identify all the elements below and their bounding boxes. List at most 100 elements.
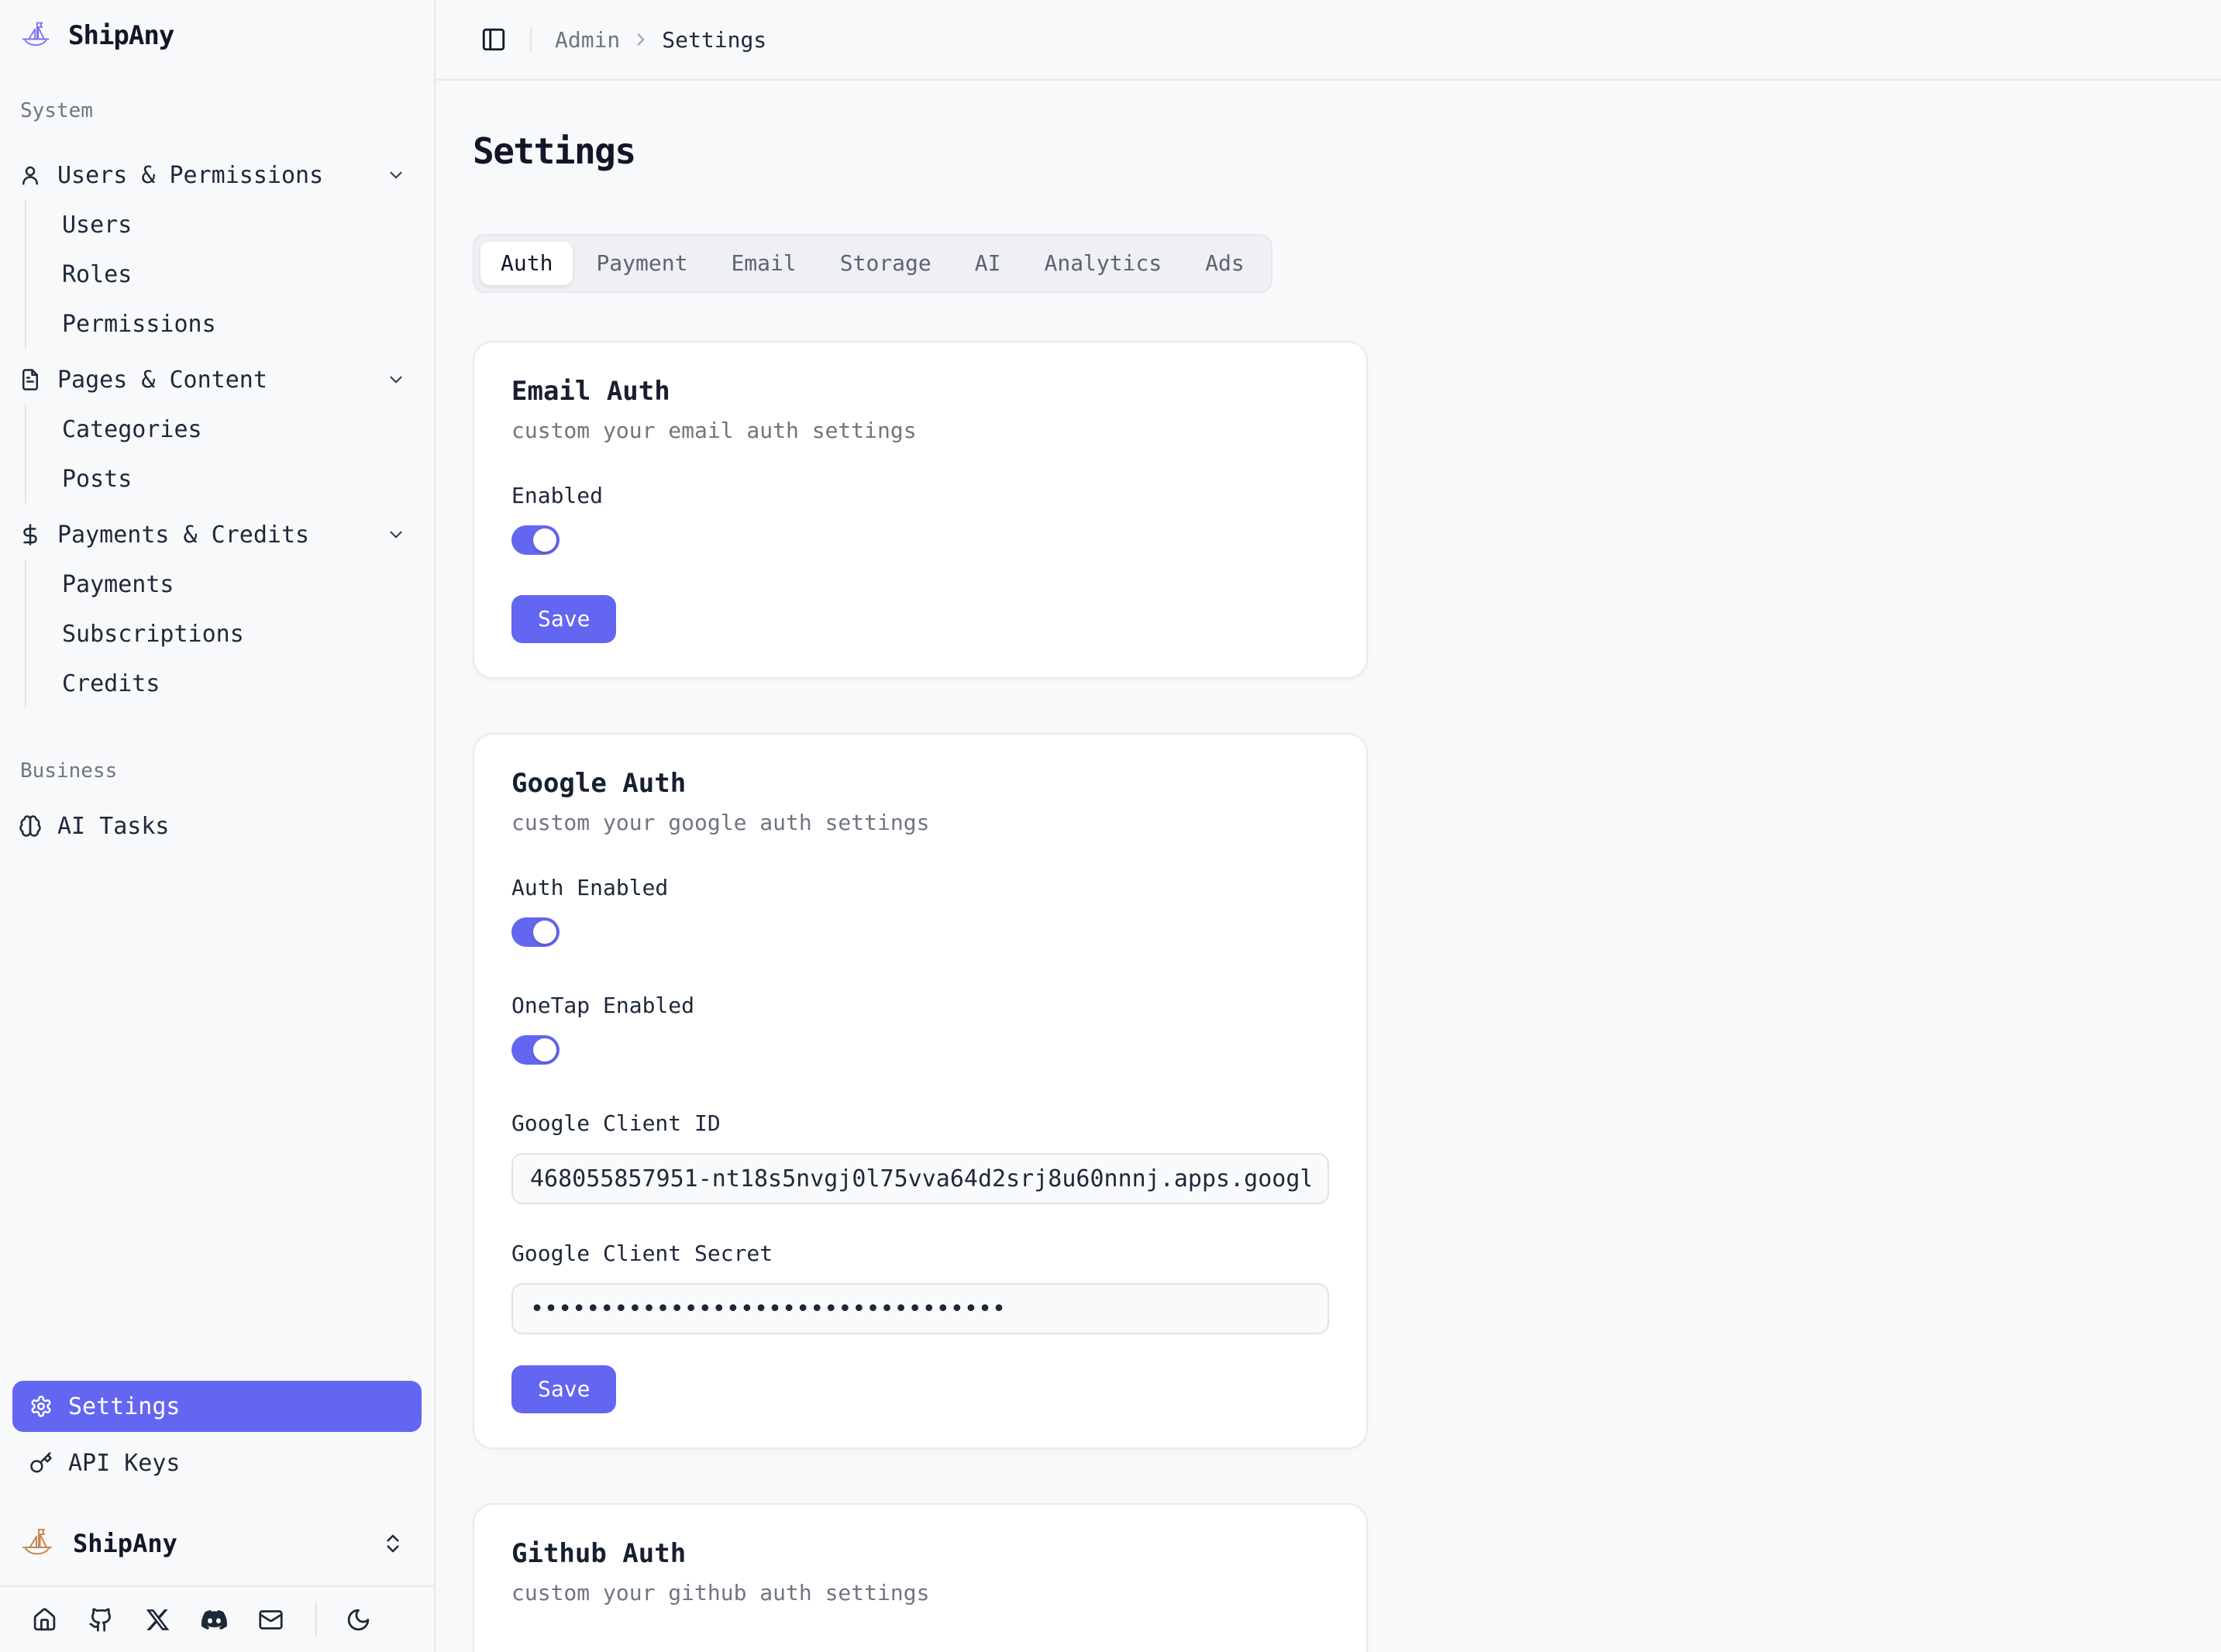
save-button[interactable]: Save xyxy=(511,595,616,643)
sidebar-item-subscriptions[interactable]: Subscriptions xyxy=(26,609,434,659)
toggle-google-onetap-enabled[interactable] xyxy=(511,1035,560,1065)
moon-icon xyxy=(346,1607,371,1633)
chevron-down-icon xyxy=(386,370,406,390)
workspace-name: ShipAny xyxy=(73,1529,177,1558)
sidebar-item-label: Subscriptions xyxy=(62,621,244,648)
sidebar-item-label: Credits xyxy=(62,670,160,697)
sidebar-item-label: Posts xyxy=(62,466,132,493)
tab-email[interactable]: Email xyxy=(711,242,816,285)
toggle-thumb xyxy=(533,921,556,944)
sidebar-item-api-keys[interactable]: API Keys xyxy=(12,1438,422,1488)
settings-tabs: Auth Payment Email Storage AI Analytics … xyxy=(473,234,1272,293)
topbar: Admin Settings xyxy=(436,0,2221,81)
card-title: Github Auth xyxy=(511,1539,1329,1568)
tab-ads[interactable]: Ads xyxy=(1185,242,1265,285)
sidebar-item-credits[interactable]: Credits xyxy=(26,659,434,708)
mail-link[interactable] xyxy=(257,1606,284,1633)
app-logo[interactable]: ShipAny xyxy=(0,0,434,53)
card-title: Google Auth xyxy=(511,769,1329,798)
breadcrumb-settings: Settings xyxy=(662,27,766,53)
toggle-email-enabled[interactable] xyxy=(511,525,560,555)
sidebar-item-posts[interactable]: Posts xyxy=(26,454,434,504)
app-name: ShipAny xyxy=(68,20,174,51)
main-area: Admin Settings Settings Auth Payment Ema… xyxy=(436,0,2221,1652)
panel-left-icon xyxy=(480,26,507,53)
sidebar-item-label: AI Tasks xyxy=(57,813,170,840)
sidebar-group-users-permissions[interactable]: Users & Permissions xyxy=(0,150,434,200)
card-subtitle: custom your email auth settings xyxy=(511,418,1329,443)
sidebar-group-pages-content[interactable]: Pages & Content xyxy=(0,355,434,404)
sidebar-footer-links xyxy=(0,1585,434,1652)
x-twitter-link[interactable] xyxy=(144,1606,170,1633)
sidebar-item-label: Settings xyxy=(68,1393,181,1420)
discord-link[interactable] xyxy=(201,1606,227,1633)
sidebar-group-payments-credits[interactable]: Payments & Credits xyxy=(0,510,434,559)
sidebar-toggle-button[interactable] xyxy=(480,26,507,53)
chevron-right-icon xyxy=(631,29,651,50)
mail-icon xyxy=(258,1607,284,1633)
page-title: Settings xyxy=(473,130,2184,172)
sidebar-item-permissions[interactable]: Permissions xyxy=(26,299,434,349)
card-title: Email Auth xyxy=(511,377,1329,406)
sidebar: ShipAny System Users & Permissions Users… xyxy=(0,0,436,1652)
sidebar-item-ai-tasks[interactable]: AI Tasks xyxy=(0,801,434,851)
save-button[interactable]: Save xyxy=(511,1365,616,1413)
sidebar-item-users[interactable]: Users xyxy=(26,200,434,250)
field-label-enabled: Enabled xyxy=(511,484,1329,508)
home-link[interactable] xyxy=(31,1606,57,1633)
sidebar-item-categories[interactable]: Categories xyxy=(26,404,434,454)
sidebar-sublist: Categories Posts xyxy=(25,404,434,504)
card-email-auth: Email Auth custom your email auth settin… xyxy=(473,341,1368,679)
brain-icon xyxy=(19,814,42,838)
sidebar-item-payments[interactable]: Payments xyxy=(26,559,434,609)
footer-divider xyxy=(315,1602,317,1637)
sailboat-icon xyxy=(19,1525,56,1562)
chevron-down-icon xyxy=(386,525,406,545)
toggle-thumb xyxy=(533,1038,556,1062)
sidebar-item-label: Roles xyxy=(62,261,132,288)
tab-ai[interactable]: AI xyxy=(955,242,1021,285)
card-github-auth: Github Auth custom your github auth sett… xyxy=(473,1503,1368,1652)
tab-analytics[interactable]: Analytics xyxy=(1024,242,1182,285)
x-icon xyxy=(145,1607,170,1633)
tab-auth[interactable]: Auth xyxy=(480,242,573,285)
discord-icon xyxy=(201,1607,227,1633)
toggle-thumb xyxy=(533,528,556,552)
theme-toggle[interactable] xyxy=(345,1606,371,1633)
sailboat-logo-icon xyxy=(19,19,53,53)
google-client-id-input[interactable] xyxy=(511,1153,1329,1204)
card-subtitle: custom your github auth settings xyxy=(511,1581,1329,1606)
google-client-secret-input[interactable] xyxy=(511,1283,1329,1334)
file-text-icon xyxy=(19,368,42,391)
settings-page: Settings Auth Payment Email Storage AI A… xyxy=(436,81,2221,1652)
github-link[interactable] xyxy=(88,1606,114,1633)
sidebar-item-label: API Keys xyxy=(68,1450,181,1477)
sidebar-item-label: Categories xyxy=(62,416,202,443)
chevrons-up-down-icon xyxy=(381,1532,405,1555)
field-label-auth-enabled: Auth Enabled xyxy=(511,876,1329,900)
field-label-google-client-id: Google Client ID xyxy=(511,1111,1329,1136)
github-icon xyxy=(88,1607,114,1633)
chevron-down-icon xyxy=(386,165,406,185)
sidebar-group-label: Users & Permissions xyxy=(57,162,323,189)
key-icon xyxy=(29,1451,53,1475)
sidebar-section-business: Business xyxy=(0,759,434,783)
workspace-switcher[interactable]: ShipAny xyxy=(19,1525,405,1562)
sidebar-item-label: Payments xyxy=(62,571,174,598)
sidebar-item-label: Permissions xyxy=(62,311,216,338)
dollar-icon xyxy=(19,523,42,546)
field-label-google-client-secret: Google Client Secret xyxy=(511,1241,1329,1266)
breadcrumb-admin[interactable]: Admin xyxy=(555,27,620,53)
sidebar-item-roles[interactable]: Roles xyxy=(26,250,434,299)
user-icon xyxy=(19,163,42,187)
sidebar-item-label: Users xyxy=(62,212,132,239)
tab-payment[interactable]: Payment xyxy=(576,242,708,285)
card-subtitle: custom your google auth settings xyxy=(511,811,1329,835)
sidebar-item-settings[interactable]: Settings xyxy=(12,1381,422,1432)
sidebar-spacer xyxy=(0,851,434,1381)
field-label-onetap-enabled: OneTap Enabled xyxy=(511,993,1329,1018)
sidebar-nav: Users & Permissions Users Roles Permissi… xyxy=(0,144,434,708)
toggle-google-auth-enabled[interactable] xyxy=(511,917,560,947)
home-icon xyxy=(32,1607,57,1633)
tab-storage[interactable]: Storage xyxy=(820,242,952,285)
